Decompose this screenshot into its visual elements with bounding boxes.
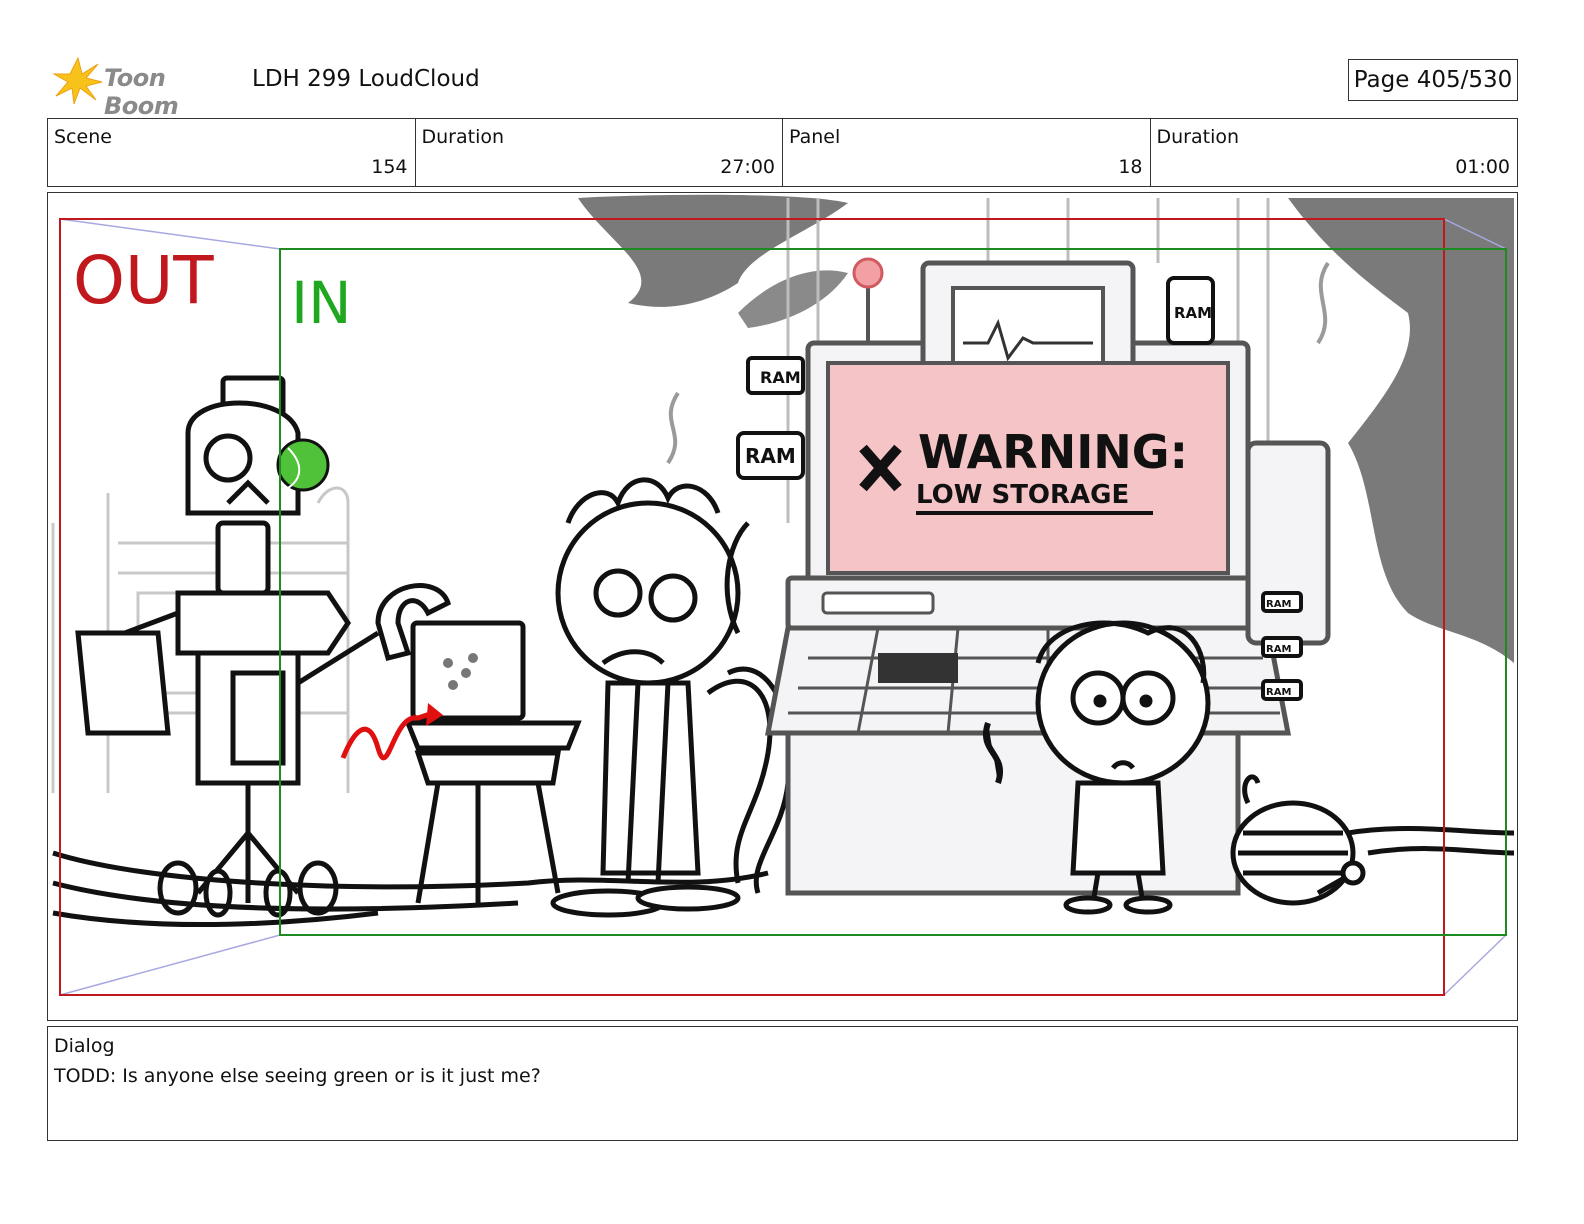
dialog-box: Dialog TODD: Is anyone else seeing green… [47,1026,1518,1141]
ram-label: RAM [1266,599,1291,610]
starburst-icon [52,56,103,105]
robot-drawing [75,375,452,918]
antenna-light [852,257,884,289]
ram-label: RAM [1174,304,1212,322]
smoke-shape [738,270,848,328]
toon-boom-logo: Toon Boom [52,56,242,120]
scene-duration-cell: Duration 27:00 [416,119,783,186]
scene-value: 154 [371,156,408,178]
scene-label: Scene [54,126,112,148]
storyboard-header: Toon Boom LDH 299 LoudCloud Page 405/530 [52,56,1518,120]
ram-label: RAM [760,368,801,387]
panel-label: Panel [789,126,841,148]
in-label: IN [291,269,352,337]
scene-cell: Scene 154 [48,119,416,186]
out-label: OUT [73,242,214,319]
dialog-text: TODD: Is anyone else seeing green or is … [54,1065,541,1087]
project-title: LDH 299 LoudCloud [252,66,480,92]
fan-device [1230,774,1366,906]
panel-duration-cell: Duration 01:00 [1151,119,1518,186]
scene-duration-value: 27:00 [720,156,775,178]
page-indicator: Page 405/530 [1348,59,1518,101]
ram-label: RAM [1266,644,1291,655]
panel-duration-label: Duration [1156,126,1240,148]
logo-text: Toon Boom [104,64,179,120]
lincoln-character [550,477,741,918]
low-storage-text: LOW STORAGE [916,480,1129,510]
panel-duration-value: 01:00 [1455,156,1510,178]
storyboard-panel: WARNING: LOW STORAGE RAM RAM RAM RAM RAM… [47,192,1518,1021]
warning-text: WARNING: [918,425,1188,479]
dialog-label: Dialog [54,1035,115,1057]
laptop-stool [404,620,582,904]
panel-value: 18 [1118,156,1143,178]
panel-drawing: WARNING: LOW STORAGE RAM RAM RAM RAM RAM… [51,194,1515,996]
scene-duration-label: Duration [421,126,505,148]
ram-label: RAM [1266,687,1291,698]
ram-label: RAM [745,444,796,468]
panel-cell: Panel 18 [783,119,1151,186]
info-row: Scene 154 Duration 27:00 Panel 18 Durati… [47,118,1518,187]
tennis-ball [276,438,330,492]
